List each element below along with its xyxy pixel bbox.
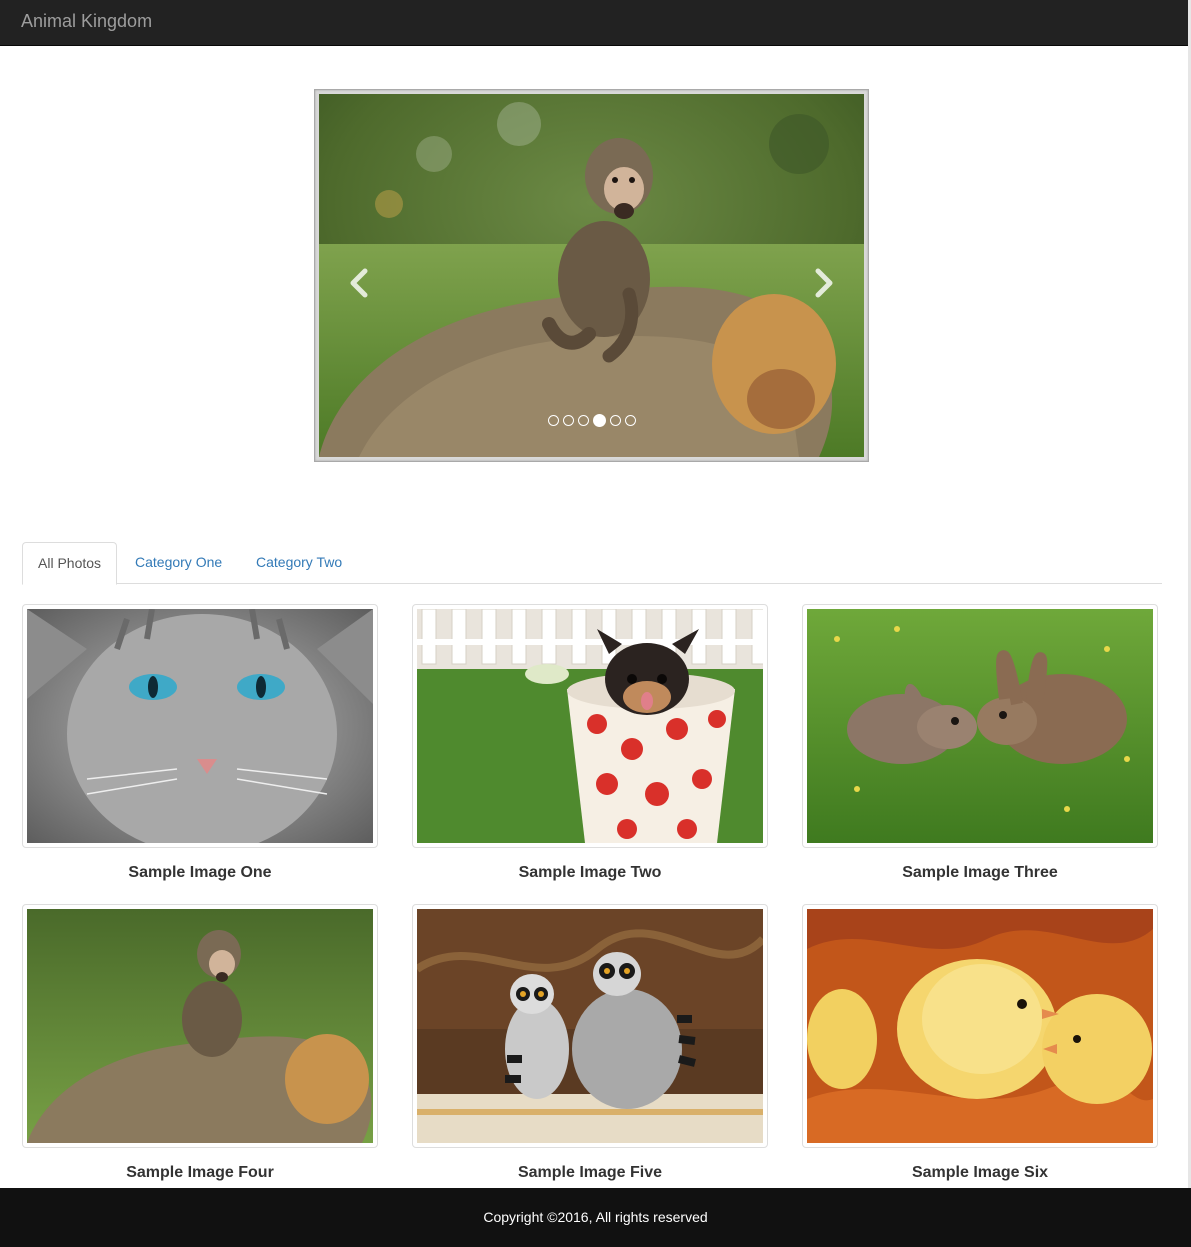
- thumbnail-caption: Sample Image Two: [518, 864, 662, 881]
- puppy-in-cup-photo: [417, 609, 763, 843]
- carousel-indicator-dot[interactable]: [577, 415, 589, 426]
- thumbnail-caption: Sample Image Three: [902, 864, 1058, 881]
- tab-category-two[interactable]: Category Two: [241, 542, 357, 584]
- monkeys-photo: [27, 909, 373, 1143]
- chicks-photo: [807, 909, 1153, 1143]
- carousel-indicator-dot[interactable]: [547, 415, 559, 426]
- carousel-indicator-dot[interactable]: [562, 415, 574, 426]
- carousel-image-monkeys: [319, 94, 864, 457]
- carousel-slide: [319, 94, 864, 457]
- gallery-thumbnail[interactable]: [802, 604, 1158, 848]
- thumbnail-caption: Sample Image One: [128, 864, 272, 881]
- chevron-left-icon: [350, 268, 368, 298]
- image-carousel: [314, 89, 869, 462]
- copyright-text: Copyright ©2016, All rights reserved: [483, 1209, 708, 1225]
- photo-category-tabs: All Photos Category One Category Two: [22, 542, 1162, 585]
- tab-category-one[interactable]: Category One: [120, 542, 237, 584]
- thumbnail-caption: Sample Image Five: [517, 1164, 663, 1181]
- cat-photo: [27, 609, 373, 843]
- carousel-indicator-dot[interactable]: [624, 415, 636, 426]
- gallery-thumbnail[interactable]: [412, 904, 768, 1148]
- gallery-thumbnail[interactable]: [802, 904, 1158, 1148]
- lemurs-photo: [417, 909, 763, 1143]
- gallery-thumbnail[interactable]: [22, 904, 378, 1148]
- carousel-indicator-dot[interactable]: [609, 415, 621, 426]
- carousel-indicator-dot[interactable]: [592, 414, 606, 427]
- thumbnail-caption: Sample Image Six: [911, 1164, 1049, 1181]
- chevron-right-icon: [815, 268, 833, 298]
- tab-all-photos[interactable]: All Photos: [22, 542, 118, 585]
- carousel-indicators: [319, 414, 864, 427]
- gallery-thumbnail[interactable]: [412, 604, 768, 848]
- navbar: Animal Kingdom: [0, 0, 1188, 46]
- carousel-prev-button[interactable]: [347, 268, 371, 298]
- gallery-thumbnail[interactable]: [22, 604, 378, 848]
- rabbits-photo: [807, 609, 1153, 843]
- brand-link[interactable]: Animal Kingdom: [21, 11, 152, 32]
- carousel-next-button[interactable]: [812, 268, 836, 298]
- footer: Copyright ©2016, All rights reserved: [0, 1188, 1191, 1247]
- thumbnail-caption: Sample Image Four: [126, 1164, 274, 1181]
